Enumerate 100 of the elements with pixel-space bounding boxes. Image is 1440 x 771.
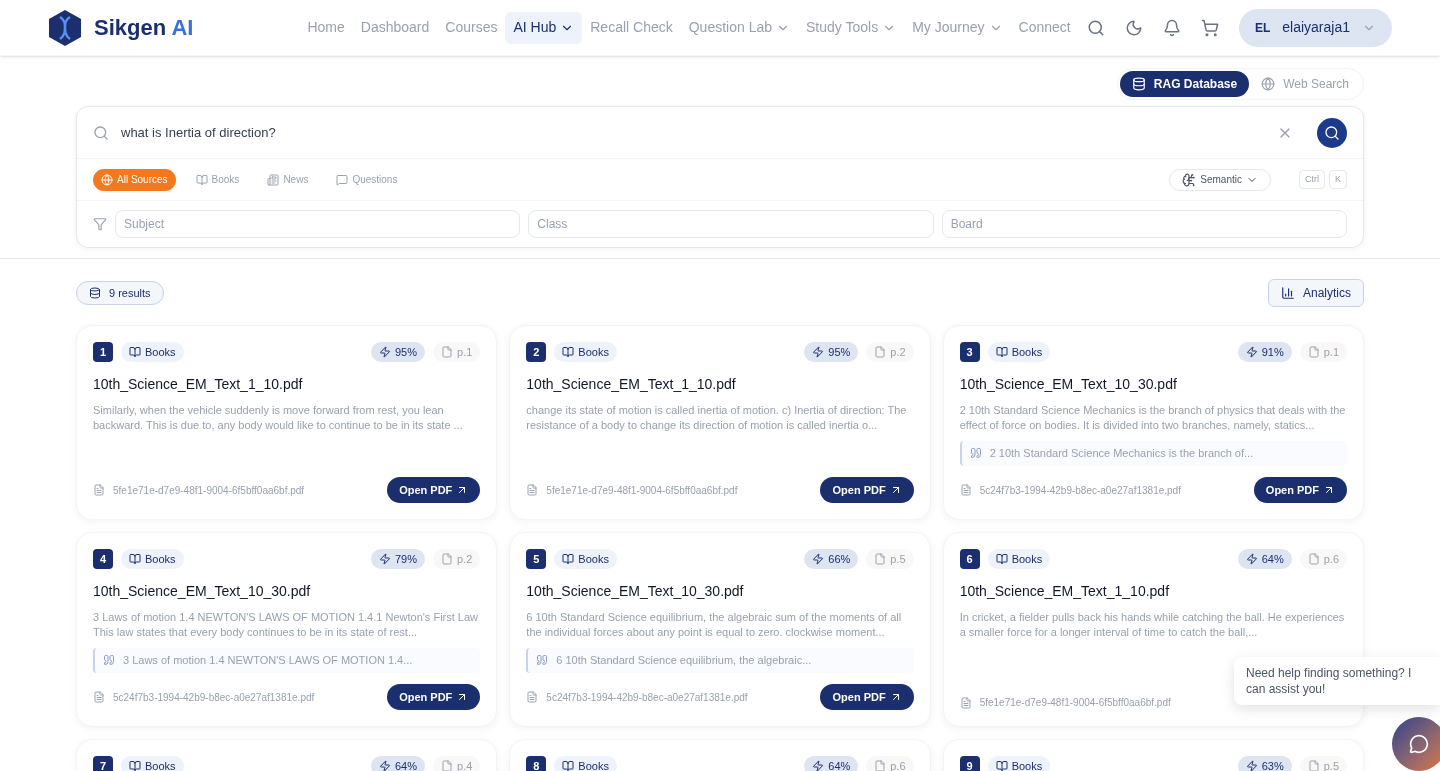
nav-link[interactable]: Recall Check [582,11,681,44]
score-badge: 91% [1237,342,1292,362]
file-name: 5c24f7b3-1994-42b9-b8ec-a0e27af1381e.pdf [546,690,748,705]
user-name: elaiyaraja1 [1282,18,1350,37]
nav-link[interactable]: AI Hub [505,11,583,44]
bolt-icon [812,553,825,565]
result-number: 6 [959,549,980,569]
logo-icon [48,8,82,47]
bell-icon[interactable] [1162,18,1181,37]
bolt-icon [812,760,825,771]
book-icon [995,553,1008,565]
analytics-button[interactable]: Analytics [1267,279,1364,307]
score-badge: 95% [804,342,859,362]
result-number: 2 [526,342,547,362]
bolt-icon [379,760,391,771]
mode-icon [1131,77,1146,91]
moon-icon[interactable] [1124,18,1143,37]
results-count-badge: 9 results [76,281,164,305]
nav-link[interactable]: Courses [437,11,506,44]
cart-icon[interactable] [1200,18,1219,37]
filter-field[interactable]: Class [528,210,934,238]
result-snippet: In cricket, a fielder pulls back his hands while catching the ball. He experiences a smaller force for a longer interval of time to catch the ball,... [959,610,1346,640]
result-title: 10th_Science_EM_Text_10_30.pdf [93,582,312,601]
open-pdf-button[interactable]: Open PDF [387,684,481,710]
filter-field[interactable]: Board [941,210,1347,238]
nav-link[interactable]: Dashboard [352,11,438,44]
page-icon [441,760,454,771]
result-title: 10th_Science_EM_Text_1_10.pdf [526,375,737,394]
book-icon [562,346,575,358]
file-name: 5c24f7b3-1994-42b9-b8ec-a0e27af1381e.pdf [979,483,1181,498]
file-icon [959,484,972,496]
nav-link[interactable]: My Journey [904,11,1011,44]
page-badge: p.6 [1299,549,1347,569]
search-icon [1324,124,1340,141]
result-title: 10th_Science_EM_Text_1_10.pdf [93,375,304,394]
nav-link[interactable]: Study Tools [798,11,905,44]
page-icon [441,553,454,565]
page-icon [1307,760,1320,771]
page-icon [874,553,887,565]
database-icon [89,287,101,299]
source-filter-chip[interactable]: Questions [328,168,406,191]
source-icon [101,173,113,186]
nav-link[interactable]: Connect [1010,11,1079,44]
file-name: 5fe1e71e-d7e9-48f1-9004-6f5bff0aa6bf.pdf [546,483,738,498]
mode-tab[interactable]: Web Search [1249,71,1361,97]
book-icon [995,346,1008,358]
result-number: 1 [93,342,113,362]
file-icon [526,691,539,703]
file-icon [93,691,105,703]
source-filter-chip[interactable]: News [259,168,317,191]
assistant-tooltip: Need help finding something? I can assist you! [1234,657,1440,705]
open-pdf-button[interactable]: Open PDF [820,477,914,503]
bolt-icon [812,346,825,358]
nav-link[interactable]: Question Lab [680,11,799,44]
page-icon [1307,553,1320,565]
score-badge: 64% [804,756,859,771]
source-tag: Books [554,756,617,771]
book-icon [129,553,141,565]
book-icon [562,553,575,565]
page-badge: p.5 [866,549,914,569]
score-badge: 79% [371,549,426,569]
source-icon [267,173,280,186]
score-badge: 64% [1237,549,1292,569]
file-name: 5c24f7b3-1994-42b9-b8ec-a0e27af1381e.pdf [113,690,315,705]
result-number: 5 [526,549,547,569]
external-link-icon [1323,484,1335,496]
source-tag: Books [987,756,1051,771]
mode-icon [1261,77,1276,91]
score-badge: 64% [371,756,426,771]
book-icon [562,760,575,771]
source-filter-chip[interactable]: Books [187,168,248,191]
file-icon [526,484,539,496]
book-icon [995,760,1008,771]
nav-link[interactable]: Home [299,11,353,44]
score-badge: 63% [1237,756,1292,771]
brand-name[interactable]: Sikgen AI [94,11,194,44]
user-initials: EL [1254,19,1271,37]
chat-icon [1409,734,1429,754]
bolt-icon [1245,346,1258,358]
open-pdf-button[interactable]: Open PDF [387,477,481,503]
result-title: 10th_Science_EM_Text_10_30.pdf [526,582,745,601]
search-input[interactable]: what is Inertia of direction? [121,122,1265,143]
search-button[interactable] [1317,117,1347,148]
file-name: 5fe1e71e-d7e9-48f1-9004-6f5bff0aa6bf.pdf [979,696,1171,710]
result-number: 3 [959,342,980,362]
page-badge: p.1 [433,342,481,362]
open-pdf-button[interactable]: Open PDF [820,684,914,710]
user-menu-button[interactable]: EL elaiyaraja1 [1238,8,1392,47]
score-badge: 95% [371,342,426,362]
result-snippet: 2 10th Standard Science Mechanics is the branch of physics that deals with the effect of force on bodies. It is divided into two branches, namely, statics... [959,403,1347,433]
mode-tab[interactable]: RAG Database [1119,71,1250,97]
open-pdf-button[interactable]: Open PDF [1253,477,1347,503]
filter-field[interactable]: Subject [115,210,521,238]
quote-icon [969,447,982,460]
source-filter-chip[interactable]: All Sources [93,168,176,191]
search-icon[interactable] [1086,18,1105,37]
bolt-icon [1245,553,1258,565]
chat-button[interactable] [1392,717,1440,771]
quote-icon [536,654,549,667]
chart-icon [1280,286,1295,300]
